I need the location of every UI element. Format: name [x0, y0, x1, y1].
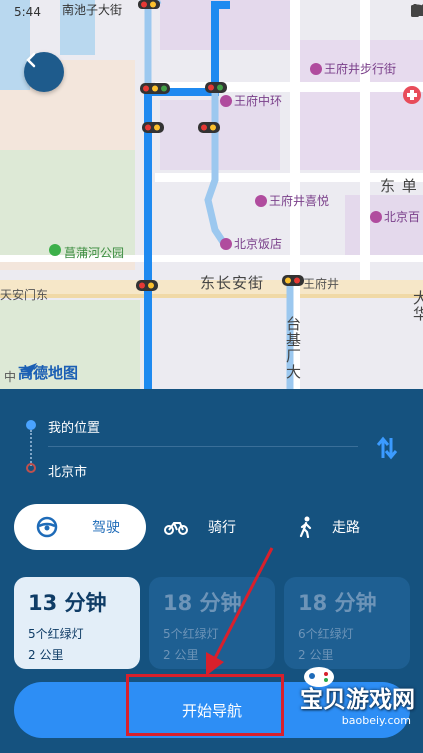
map-label-taiji: 台基厂大 — [284, 316, 302, 380]
route-connector — [30, 430, 34, 466]
map-label-dongdan: 东 单 王 — [380, 177, 423, 195]
tab-drive[interactable]: 驾驶 — [14, 504, 146, 550]
map-label-changpu: 菖蒲河公园 — [64, 246, 125, 260]
amap-logo-icon — [19, 363, 37, 377]
route-option-lights: 5个红绿灯 — [28, 627, 84, 641]
map-label-tiananmen: 天安门东 — [0, 288, 49, 302]
route-option-lights: 5个红绿灯 — [163, 627, 219, 641]
bicycle-icon — [164, 522, 188, 535]
route-option-distance: 2 公里 — [163, 648, 199, 662]
watermark-url: baobeiy.com — [341, 714, 411, 727]
status-bar: 5:44 — [0, 0, 423, 24]
status-time: 5:44 — [14, 5, 41, 19]
poi-icon — [255, 195, 267, 207]
map-label-zhong: 中 — [4, 370, 17, 384]
poi-icon — [370, 211, 382, 223]
route-option-lights: 6个红绿灯 — [298, 627, 354, 641]
watermark: 宝贝游戏网 baobeiy.com — [300, 667, 415, 727]
poi-icon — [220, 238, 232, 250]
swap-icon[interactable] — [376, 436, 398, 460]
map-label-beijing-dept: 北京百 — [370, 208, 420, 225]
route-option-time: 13 分钟 — [28, 591, 107, 615]
map-label-wangfujing-center: 王府中环 — [220, 92, 282, 109]
poi-icon — [220, 95, 232, 107]
amap-logo: 高德地图 — [18, 363, 79, 382]
steering-wheel-icon — [36, 516, 58, 538]
walking-icon — [299, 516, 312, 538]
tab-walk-label: 走路 — [332, 520, 360, 536]
battery-icon — [411, 4, 419, 17]
map-label-wangfujing-walk: 王府井步行街 — [310, 60, 396, 77]
map-label-wangfujing-stop: 王府井 — [303, 277, 340, 291]
poi-icon — [310, 63, 322, 75]
route-option-1[interactable]: 13 分钟 5个红绿灯 2 公里 — [14, 577, 140, 669]
destination-dot-icon — [26, 463, 36, 473]
route-option-time: 18 分钟 — [163, 591, 242, 615]
chevron-left-icon — [26, 52, 36, 68]
gamepad-icon — [304, 667, 334, 687]
annotation-highlight-box — [126, 674, 284, 736]
back-button[interactable] — [24, 52, 64, 92]
map-label-dongchangan: 东长安街 — [200, 274, 265, 292]
route-option-distance: 2 公里 — [298, 648, 334, 662]
origin-field[interactable]: 我的位置 — [48, 417, 100, 436]
map-label-xiyue: 王府井喜悦 — [255, 192, 329, 209]
route-option-3[interactable]: 18 分钟 6个红绿灯 2 公里 — [284, 577, 410, 669]
map-label-beijing-hotel: 北京饭店 — [220, 235, 282, 252]
origin-dot-icon — [26, 420, 36, 430]
route-option-distance: 2 公里 — [28, 648, 64, 662]
route-option-2[interactable]: 18 分钟 5个红绿灯 2 公里 — [149, 577, 275, 669]
tab-bike-label: 骑行 — [208, 520, 236, 536]
map-view[interactable]: 5:44 南池子大街 王府井步行街 王府中环 东 单 王 王府井喜悦 北京百 北… — [0, 0, 423, 389]
map-canvas — [0, 0, 423, 389]
tab-walk[interactable]: 走路 — [292, 504, 412, 550]
map-label-dahua: 大华 — [411, 290, 423, 322]
route-option-time: 18 分钟 — [298, 591, 377, 615]
destination-field[interactable]: 北京市 — [48, 461, 87, 480]
divider — [48, 446, 358, 447]
tab-drive-label: 驾驶 — [92, 520, 120, 536]
tab-bike[interactable]: 骑行 — [160, 504, 280, 550]
